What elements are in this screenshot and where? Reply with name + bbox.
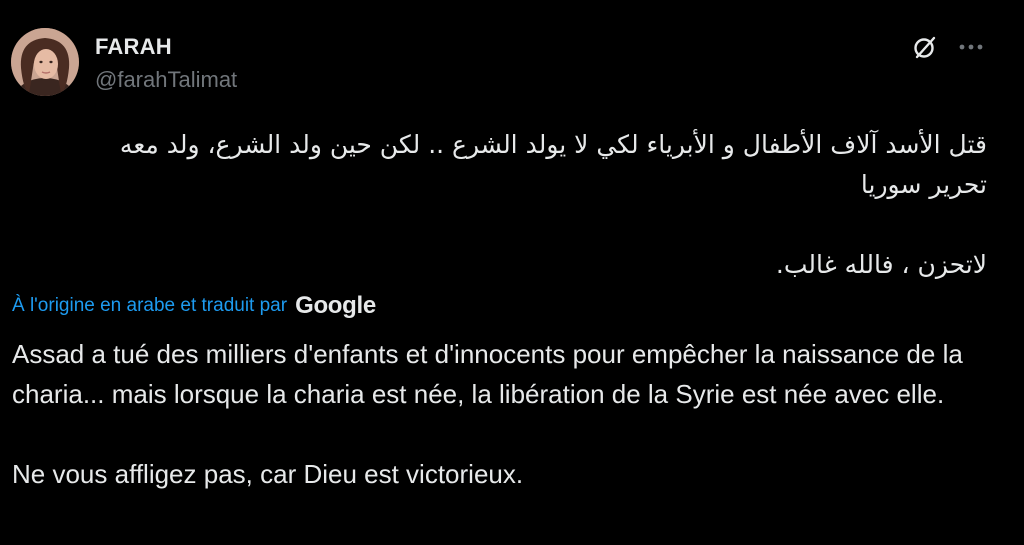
translated-paragraph: Assad a tué des milliers d'enfants et d'… xyxy=(12,339,963,409)
grok-slash-circle-icon xyxy=(914,36,936,59)
tweet-text-line: لاتحزن ، فالله غالب. xyxy=(775,250,987,279)
author-name[interactable]: FARAH xyxy=(95,34,172,60)
translation-info-link[interactable]: À l'origine en arabe et traduit par xyxy=(12,295,287,317)
author-handle[interactable]: @farahTalimat xyxy=(95,67,237,93)
grok-button[interactable] xyxy=(906,28,944,66)
tweet-text-translated: Assad a tué des milliers d'enfants et d'… xyxy=(12,334,1012,494)
tweet-text-line: تحرير سوريا xyxy=(860,170,987,199)
more-options-button[interactable] xyxy=(952,28,990,66)
tweet-text-line: قتل الأسد آلاف الأطفال و الأبرياء لكي لا… xyxy=(119,130,987,159)
tweet-text-original: قتل الأسد آلاف الأطفال و الأبرياء لكي لا… xyxy=(27,125,987,285)
avatar-image xyxy=(11,28,79,96)
more-horizontal-icon xyxy=(959,44,983,50)
tweet-card: FARAH @farahTalimat قتل الأسد آلاف الأطف… xyxy=(0,0,1024,545)
translation-attribution: À l'origine en arabe et traduit par Goog… xyxy=(12,292,376,320)
google-logo: Google xyxy=(295,292,376,319)
avatar[interactable] xyxy=(11,28,79,96)
translated-paragraph: Ne vous affligez pas, car Dieu est victo… xyxy=(12,459,524,489)
